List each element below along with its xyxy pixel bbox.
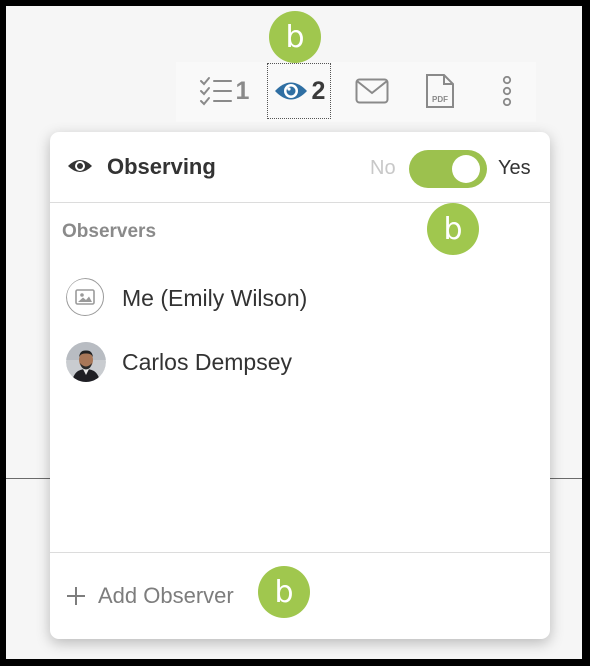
- tasks-button[interactable]: 1: [192, 62, 256, 120]
- observer-name: Me (Emily Wilson): [122, 284, 308, 311]
- pdf-file-icon: PDF: [426, 74, 454, 108]
- annotation-badge-toggle: b: [427, 203, 479, 255]
- pdf-label: PDF: [432, 95, 448, 104]
- observers-section-label: Observers: [62, 221, 157, 242]
- user-photo: [66, 342, 106, 382]
- observing-toggle[interactable]: [409, 150, 487, 188]
- plus-icon: [67, 587, 85, 605]
- toggle-off-label: No: [370, 157, 396, 179]
- avatar: [66, 278, 106, 318]
- eye-icon: [68, 160, 92, 172]
- observer-item[interactable]: Me (Emily Wilson): [66, 278, 307, 318]
- annotation-badge-top: b: [269, 11, 321, 63]
- toolbar: 1 2 PDF: [176, 62, 536, 122]
- observer-name: Carlos Dempsey: [122, 348, 292, 375]
- toggle-on-label: Yes: [498, 157, 531, 179]
- email-button[interactable]: [352, 62, 392, 120]
- popup-header: Observing No Yes: [50, 132, 550, 203]
- add-observer-label: Add Observer: [98, 583, 234, 608]
- vertical-dots-icon: [502, 76, 512, 106]
- avatar: [66, 342, 106, 382]
- observers-button[interactable]: 2: [267, 63, 331, 119]
- observers-count: 2: [311, 76, 326, 105]
- envelope-icon: [355, 78, 389, 104]
- checklist-icon: [199, 77, 232, 106]
- pdf-button[interactable]: PDF: [420, 62, 460, 120]
- image-placeholder-icon: [66, 278, 104, 316]
- eye-icon: [274, 82, 307, 100]
- toggle-knob: [452, 155, 480, 183]
- tasks-count: 1: [235, 76, 250, 105]
- observers-popup: Observing No Yes Observers Me (Emily Wil…: [50, 132, 550, 639]
- app-canvas: 1 2 PDF b Observing No Yes Observers Me …: [6, 6, 582, 659]
- observer-item[interactable]: Carlos Dempsey: [66, 342, 292, 382]
- popup-title: Observing: [107, 154, 216, 179]
- more-options-button[interactable]: [492, 62, 522, 120]
- annotation-badge-add: b: [258, 566, 310, 618]
- add-observer-button[interactable]: Add Observer: [66, 583, 234, 609]
